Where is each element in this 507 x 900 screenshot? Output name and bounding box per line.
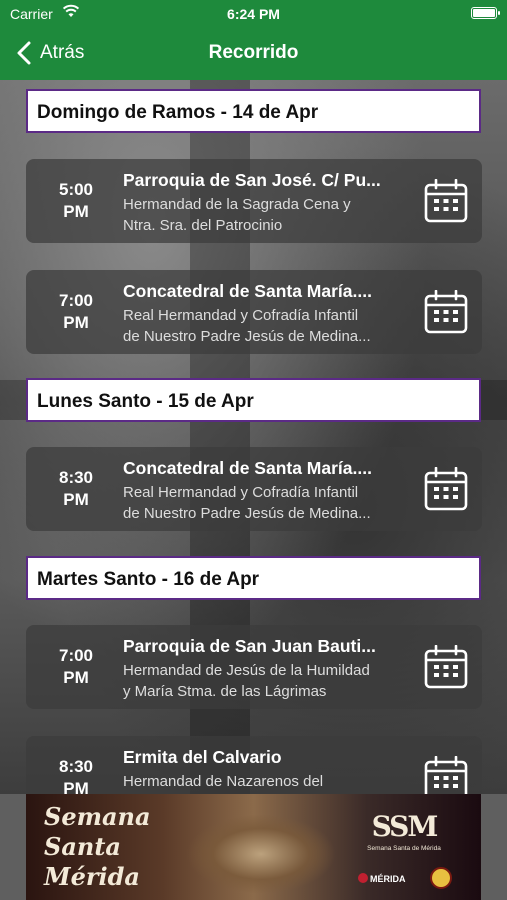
ad-banner[interactable]: Semana Santa Mérida SSM Semana Santa de …: [26, 794, 481, 900]
event-location: Concatedral de Santa María....: [123, 281, 372, 301]
calendar-icon[interactable]: [424, 179, 468, 223]
clock: 6:24 PM: [227, 6, 280, 22]
event-row[interactable]: 7:00 PM Parroquia de San Juan Bauti... He…: [26, 625, 482, 709]
event-brotherhood: Real Hermandad y Cofradía Infantil de Nue…: [123, 484, 371, 522]
event-time: 7:00 PM: [58, 291, 94, 332]
navigation-bar: Atrás Recorrido: [0, 28, 507, 80]
event-location: Ermita del Calvario: [123, 747, 282, 767]
event-brotherhood: Hermandad de la Sagrada Cena y Ntra. Sra.…: [123, 196, 351, 234]
calendar-icon[interactable]: [424, 290, 468, 334]
event-row[interactable]: 8:30 PM Concatedral de Santa María.... Re…: [26, 447, 482, 531]
event-time: 5:00 PM: [58, 180, 94, 221]
event-time: 8:30 PM: [58, 757, 94, 794]
event-brotherhood: Hermandad de Nazarenos del: [123, 773, 324, 790]
day-header: Martes Santo - 16 de Apr: [26, 556, 481, 600]
page-title: Recorrido: [208, 42, 299, 63]
event-brotherhood: Real Hermandad y Cofradía Infantil de Nue…: [123, 307, 371, 345]
calendar-icon[interactable]: [424, 467, 468, 511]
event-row[interactable]: 7:00 PM Concatedral de Santa María.... Re…: [26, 270, 482, 354]
banner-title: Semana Santa Mérida: [44, 802, 151, 891]
day-header: Lunes Santo - 15 de Apr: [26, 378, 481, 422]
route-list[interactable]: Domingo de Ramos - 14 de Apr 5:00 PM Parr…: [0, 80, 507, 794]
event-location: Parroquia de San Juan Bauti...: [123, 636, 376, 656]
event-row[interactable]: 5:00 PM Parroquia de San José. C/ Pu... H…: [26, 159, 482, 243]
battery-icon: [471, 7, 500, 19]
event-location: Concatedral de Santa María....: [123, 458, 372, 478]
event-time: 8:30 PM: [58, 468, 94, 509]
seal-icon: [430, 867, 452, 889]
merida-brand: MÉRIDA: [370, 874, 406, 884]
status-bar: Carrier 6:24 PM: [0, 0, 507, 28]
banner-image: [186, 814, 336, 894]
event-brotherhood: Hermandad de Jesús de la Humildad y María…: [123, 662, 370, 700]
calendar-icon[interactable]: [424, 756, 468, 794]
merida-logo-icon: [358, 873, 368, 883]
day-header: Domingo de Ramos - 14 de Apr: [26, 89, 481, 133]
event-location: Parroquia de San José. C/ Pu...: [123, 170, 381, 190]
event-time: 7:00 PM: [58, 646, 94, 687]
calendar-icon[interactable]: [424, 645, 468, 689]
ssm-logo: SSM Semana Santa de Mérida: [367, 810, 441, 852]
event-row[interactable]: 8:30 PM Ermita del Calvario Hermandad de …: [26, 736, 482, 794]
